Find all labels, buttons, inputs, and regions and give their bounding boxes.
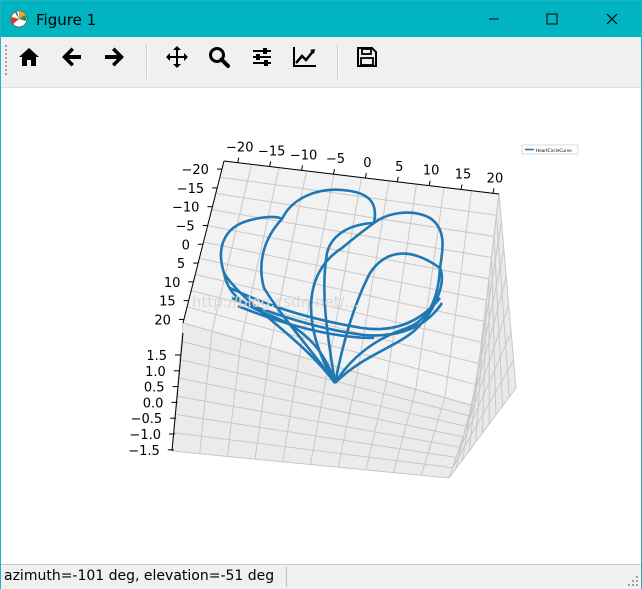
x-tick-label: −10 <box>290 148 317 163</box>
z-tick-label: 0.0 <box>143 396 164 411</box>
forward-button[interactable] <box>98 41 130 73</box>
figure-window: Figure 1 −20 −15 −10 −5 0 5 10 15 20 −20… <box>0 0 642 589</box>
arrow-left-icon <box>62 47 81 67</box>
minimize-icon <box>489 18 499 20</box>
status-separator <box>286 567 287 587</box>
watermark: http://blog.csdn.net/... <box>192 293 359 311</box>
legend: HeartCircleCurve <box>521 144 579 155</box>
z-tick-label: −0.5 <box>131 412 163 427</box>
window-title: Figure 1 <box>36 11 97 29</box>
z-tick-label: 1.0 <box>145 365 166 380</box>
status-bar: azimuth=-101 deg, elevation=-51 deg <box>1 564 641 589</box>
x-tick-mark <box>492 188 495 194</box>
z-tick-label: −1.0 <box>129 428 161 443</box>
save-button[interactable] <box>351 41 383 73</box>
x-tick-label: −5 <box>326 152 345 167</box>
x-tick-label: 10 <box>423 164 440 179</box>
arrow-right-icon <box>105 47 124 67</box>
toolbar-separator <box>337 45 339 79</box>
customize-button[interactable] <box>289 41 321 73</box>
x-tick-mark <box>237 157 240 163</box>
x-tick-mark <box>269 161 272 167</box>
y-tick-label: −10 <box>172 201 199 216</box>
zoom-button[interactable] <box>203 41 235 73</box>
floppy-disk-icon <box>357 47 377 67</box>
toolbar-grip <box>5 45 7 75</box>
sliders-icon <box>253 48 271 66</box>
matplotlib-icon <box>10 10 28 28</box>
y-tick-label: −20 <box>182 163 209 178</box>
move-icon <box>166 46 188 68</box>
maximize-button[interactable] <box>529 1 575 37</box>
y-tick-label: 0 <box>182 238 190 253</box>
x-tick-label: −20 <box>226 141 253 156</box>
pan-button[interactable] <box>161 41 193 73</box>
y-tick-label: −5 <box>176 219 195 234</box>
z-tick-label: −1.5 <box>128 444 160 459</box>
x-tick-mark <box>428 180 431 186</box>
x-tick-label: 15 <box>455 167 472 182</box>
x-tick-mark <box>396 176 399 182</box>
search-icon <box>209 47 230 68</box>
y-tick-label: 20 <box>154 313 171 328</box>
x-tick-mark <box>301 165 304 171</box>
figure-canvas[interactable]: −20 −15 −10 −5 0 5 10 15 20 −20 −15 −10 −5 0 5 10 15 20 … <box>2 88 640 564</box>
x-tick-label: −15 <box>258 144 285 159</box>
close-icon <box>606 13 618 25</box>
y-tick-label: 5 <box>177 257 185 272</box>
y-tick-label: −15 <box>177 182 204 197</box>
close-button[interactable] <box>589 1 635 37</box>
size-grip-icon[interactable] <box>627 575 639 587</box>
back-button[interactable] <box>56 41 88 73</box>
toolbar-separator <box>146 45 148 79</box>
legend-label: HeartCircleCurve <box>536 148 572 153</box>
minimize-button[interactable] <box>471 1 517 37</box>
x-tick-label: 5 <box>395 160 403 175</box>
navigation-toolbar <box>1 37 641 88</box>
x-tick-label: 20 <box>487 171 504 186</box>
x-tick-mark <box>364 172 367 179</box>
y-tick-label: 10 <box>164 276 181 291</box>
x-tick-mark <box>460 184 463 190</box>
x-tick-label: 0 <box>363 156 371 171</box>
3d-axes[interactable]: −20 −15 −10 −5 0 5 10 15 20 −20−15−10−505101520 … <box>2 88 640 564</box>
subplots-button[interactable] <box>246 41 278 73</box>
z-tick-label: 1.5 <box>146 349 167 364</box>
z-tick-label: 0.5 <box>144 381 165 396</box>
x-tick-mark <box>332 169 335 175</box>
y-tick-label: 15 <box>159 295 176 310</box>
title-bar[interactable]: Figure 1 <box>1 1 641 37</box>
home-icon <box>19 48 39 66</box>
line-chart-icon <box>293 47 316 67</box>
status-text: azimuth=-101 deg, elevation=-51 deg <box>4 568 275 584</box>
home-button[interactable] <box>13 41 45 73</box>
maximize-icon <box>546 13 558 25</box>
